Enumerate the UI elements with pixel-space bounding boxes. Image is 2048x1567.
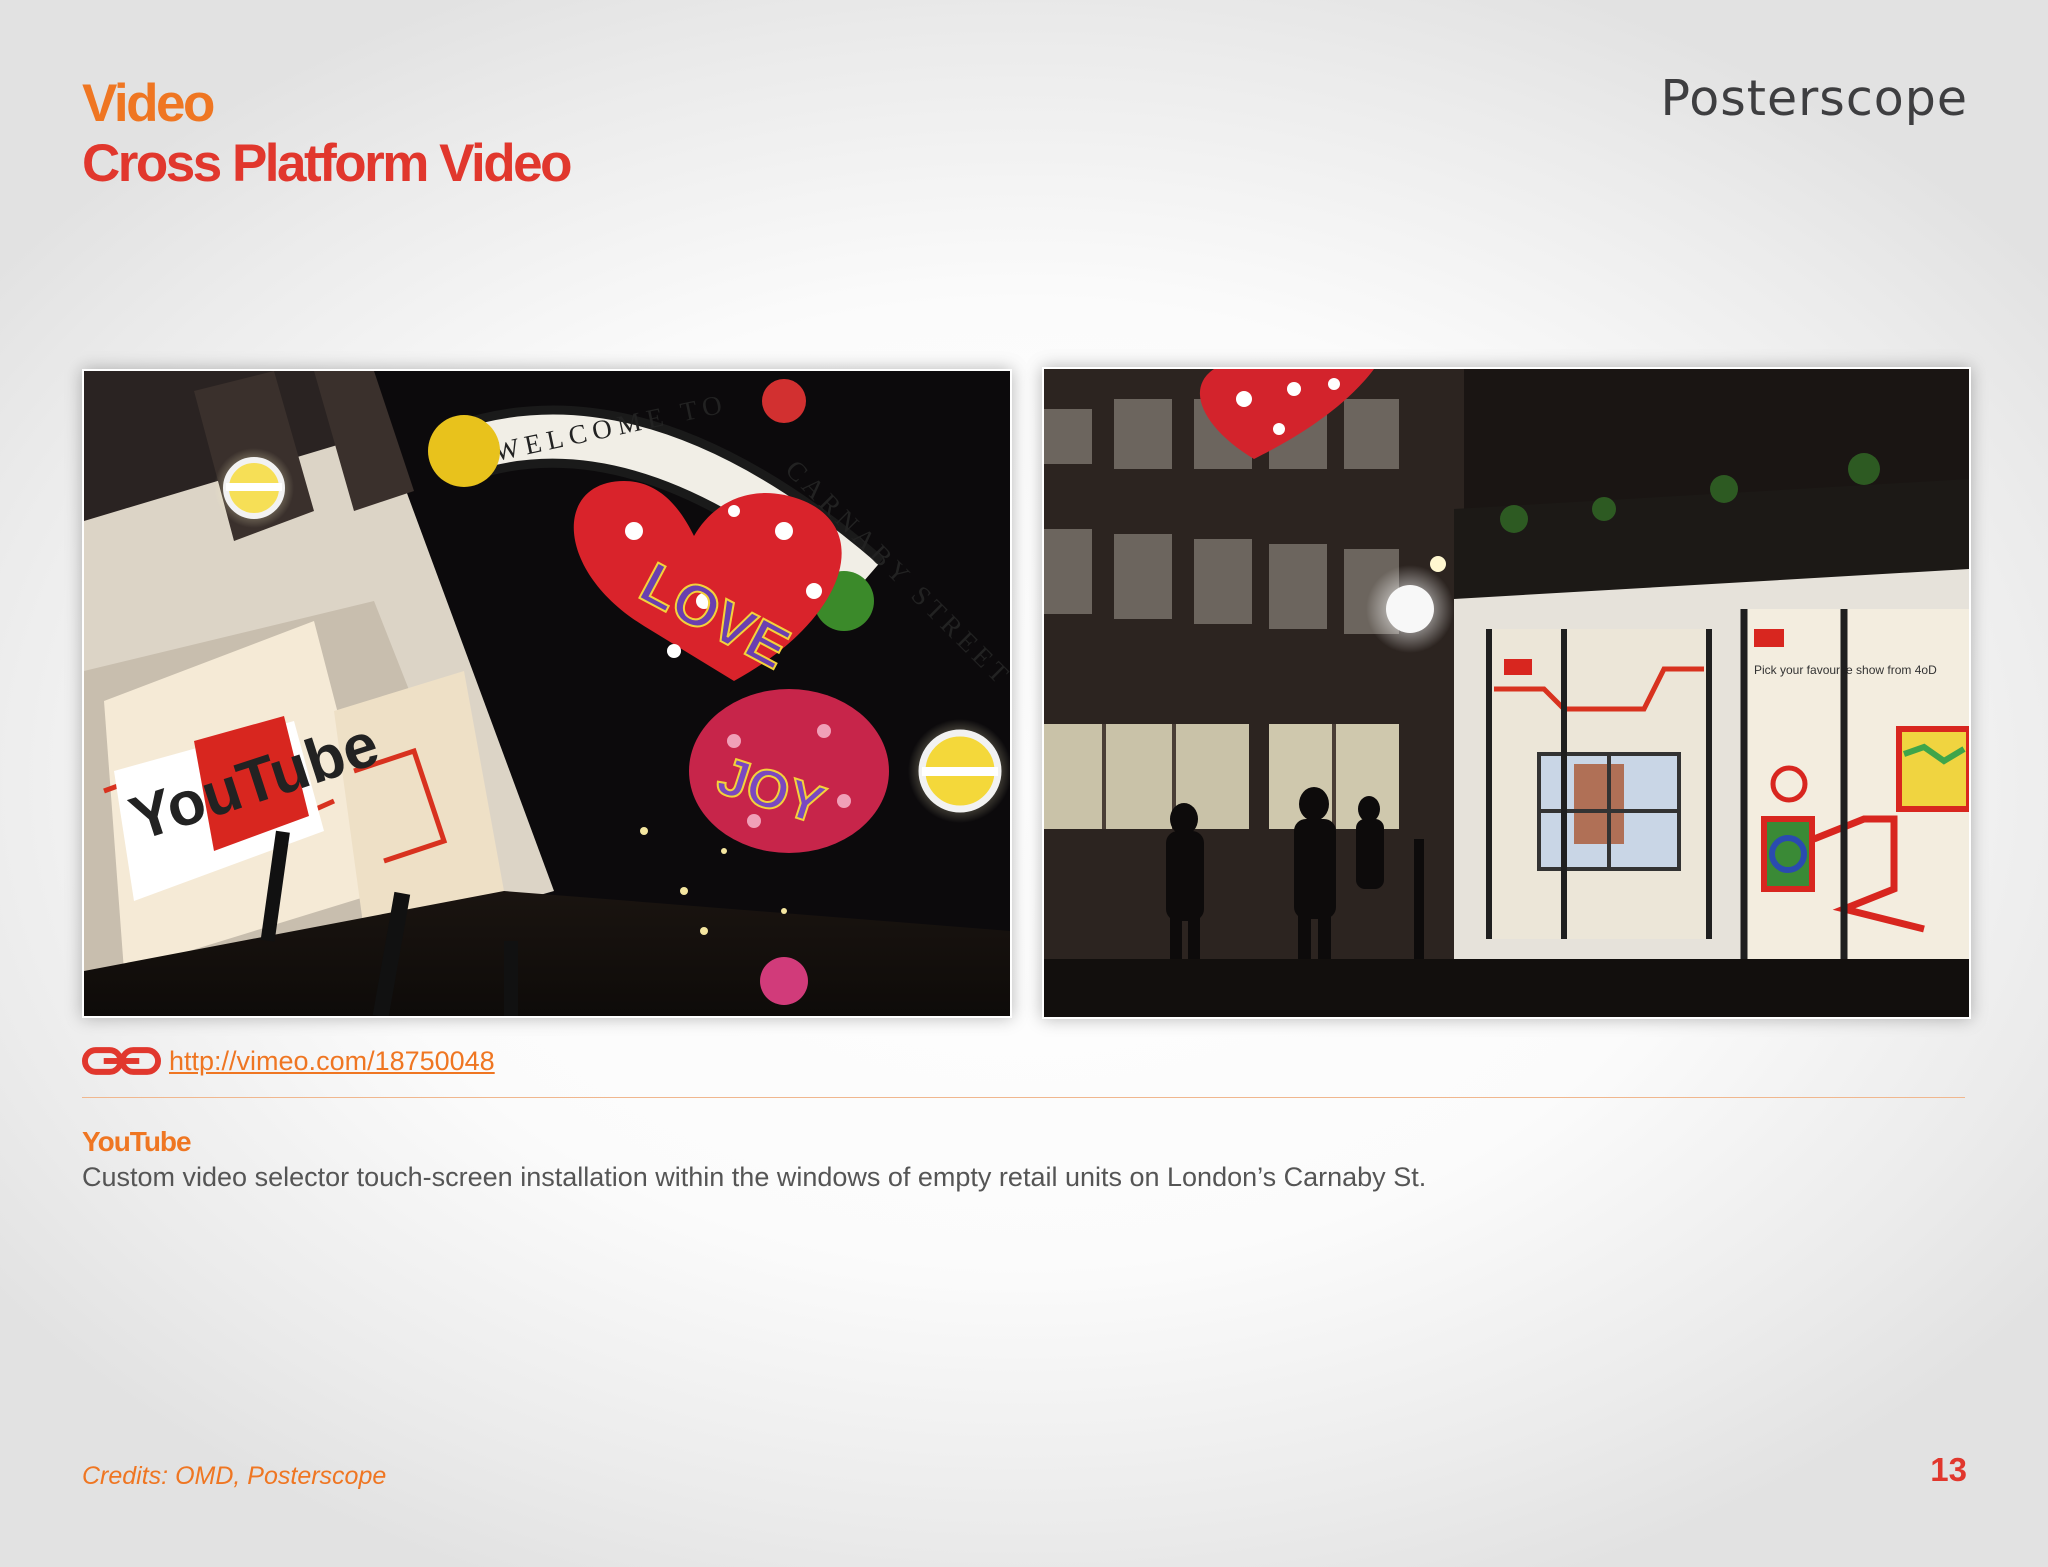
carnaby-street-arch-photo: YouTube WELCOME TO CARNABY STREET LOVE J… [82,369,1012,1018]
retail-window-installation-photo: Pick your favourite show from 4oD [1042,367,1971,1019]
slide-title-line-2: Cross Platform Video [82,134,573,193]
chain-link-icon [82,1047,161,1075]
divider [82,1097,1965,1098]
slide-title: Video Cross Platform Video [82,74,573,194]
page-number: 13 [1930,1451,1967,1488]
slide-title-line-1: Video [82,74,215,133]
vimeo-link[interactable]: http://vimeo.com/18750048 [169,1046,495,1077]
posterscope-logo: Posterscope [1660,70,1968,127]
credits-text: Credits: OMD, Posterscope [82,1462,387,1490]
video-link-row[interactable]: http://vimeo.com/18750048 [82,1043,495,1079]
section-heading: YouTube [82,1126,192,1157]
section-description: Custom video selector touch-screen insta… [82,1162,1427,1192]
